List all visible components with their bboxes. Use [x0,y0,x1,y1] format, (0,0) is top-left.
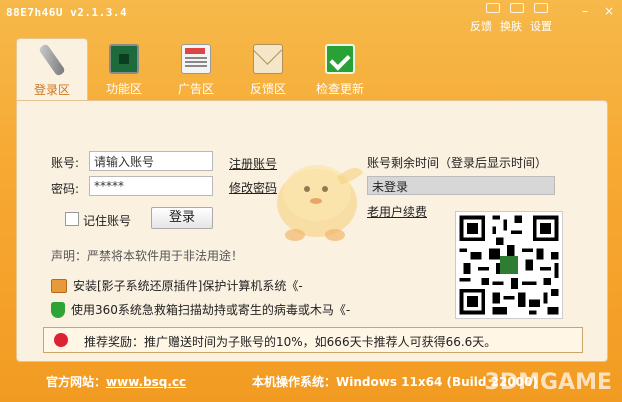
tab-feedback[interactable]: 反馈区 [232,38,304,100]
app-title: 88E7h46U v2.1.3.4 [6,6,128,19]
speaker-icon [54,333,68,347]
qr-code-image [455,211,563,319]
tab-ads-label: 广告区 [177,82,214,96]
check-update-icon [325,44,355,74]
mascot-image [277,165,363,241]
remaining-time-label: 账号剩余时间（登录后显示时间） [367,156,548,170]
main-nav: 登录区 功能区 广告区 反馈区 检查更新 [16,38,376,100]
tab-update-label: 检查更新 [315,82,364,96]
skin-icon[interactable] [510,3,524,13]
remember-label: 记住账号 [83,214,132,228]
tab-login[interactable]: 登录区 [16,38,88,100]
remember-checkbox[interactable] [65,212,79,226]
notice-360-rescue[interactable]: 使用360系统急救箱扫描劫持或寄生的病毒或木马《- [51,301,350,318]
settings-icon[interactable] [534,3,548,13]
feedback-icon[interactable] [486,3,500,13]
tab-ads[interactable]: 广告区 [160,38,232,100]
notice-360-text: 使用360系统急救箱扫描劫持或寄生的病毒或木马《- [71,303,351,317]
chain-link-icon [37,43,67,77]
site-link[interactable]: www.bsq.cc [106,375,186,389]
login-status: 未登录 [367,176,555,195]
shield-icon [51,301,65,318]
os-label: 本机操作系统： [252,375,337,389]
minimize-button[interactable]: – [578,4,592,18]
chip-icon [109,44,139,74]
renew-link[interactable]: 老用户续费 [367,203,427,220]
declaration-text: 声明：严禁将本软件用于非法用途！ [51,249,244,263]
account-label: 账号: [51,156,80,170]
site-label: 官方网站： [46,375,107,389]
envelope-icon [253,44,283,74]
promo-text: 推荐奖励：推广赠送时间为子账号的10%，如666天卡推荐人可获得66.6天。 [84,335,497,349]
watermark: 3DMGAME [484,370,612,395]
password-label: 密码: [51,182,80,196]
top-links: 反馈 换肤 设置 [470,18,552,34]
tab-functions[interactable]: 功能区 [88,38,160,100]
newspaper-icon [181,44,211,74]
login-panel: 账号: 密码: 注册账号 修改密码 记住账号 登录 账号剩余时间（登录后显示时间… [16,100,608,362]
promo-bar: 推荐奖励：推广赠送时间为子账号的10%，如666天卡推荐人可获得66.6天。 [43,327,583,353]
tab-login-label: 登录区 [33,83,70,97]
tab-feedback-label: 反馈区 [249,82,286,96]
settings-link[interactable]: 设置 [530,18,552,34]
close-button[interactable]: × [602,4,616,18]
tab-functions-label: 功能区 [105,82,142,96]
tab-update[interactable]: 检查更新 [304,38,376,100]
top-icons [486,3,548,13]
notice-shadow-text: 安装[影子系统还原插件]保护计算机系统《- [73,279,303,293]
account-input[interactable] [89,151,213,171]
window-controls: – × [578,4,616,18]
password-input[interactable] [89,176,213,196]
skin-link[interactable]: 换肤 [500,18,522,34]
title-bar: 88E7h46U v2.1.3.4 反馈 换肤 设置 – × [0,0,622,33]
notice-shadow-system[interactable]: 安装[影子系统还原插件]保护计算机系统《- [51,277,303,294]
footer-site: 官方网站：www.bsq.cc [46,373,186,390]
login-button[interactable]: 登录 [151,207,213,229]
shadow-system-icon [51,278,67,293]
feedback-link[interactable]: 反馈 [470,18,492,34]
